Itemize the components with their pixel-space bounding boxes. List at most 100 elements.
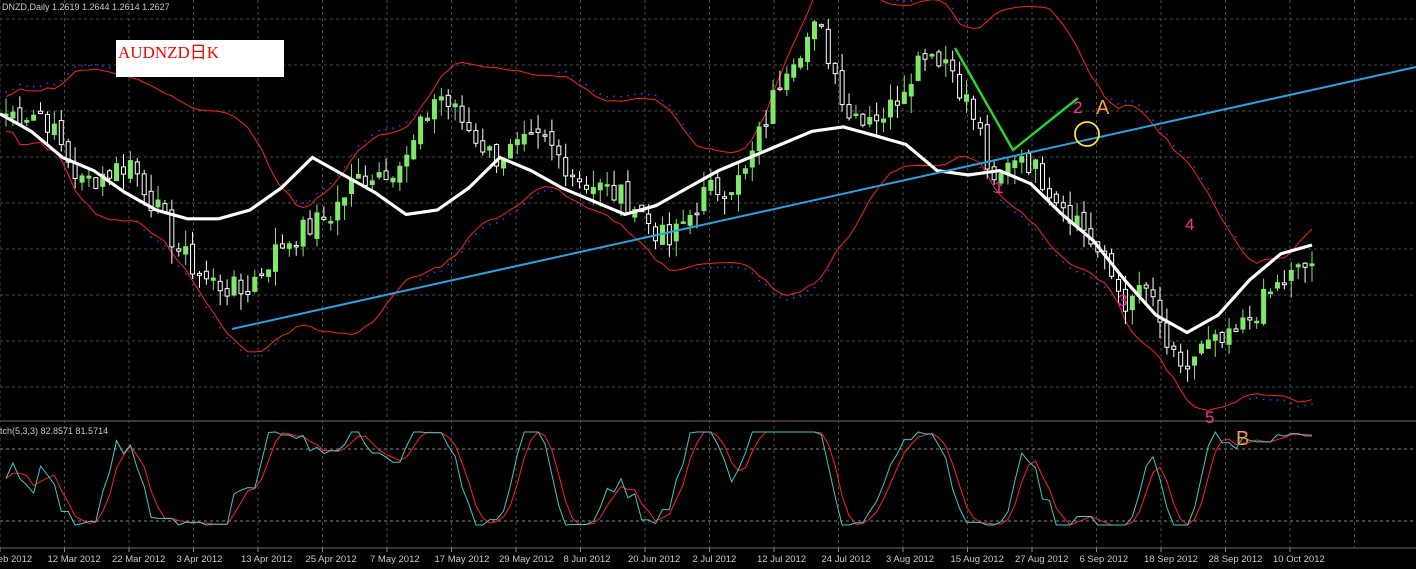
x-tick-label: 3 Aug 2012 bbox=[886, 554, 934, 564]
candle-body bbox=[584, 185, 588, 189]
sar-dot bbox=[1055, 255, 1057, 257]
chart-canvas: 12345ABFeb 201212 Mar 201222 Mar 20123 A… bbox=[0, 0, 1416, 564]
candle-body bbox=[301, 220, 305, 246]
candle-body bbox=[474, 131, 478, 144]
candle-body bbox=[702, 188, 706, 211]
sar-dot bbox=[523, 203, 525, 205]
sar-dot bbox=[1201, 178, 1203, 180]
candle-body bbox=[25, 120, 29, 122]
sar-dot bbox=[5, 91, 7, 93]
candle-body bbox=[273, 245, 277, 271]
sar-dot bbox=[648, 94, 650, 96]
candle-body bbox=[923, 54, 927, 60]
sar-dot bbox=[738, 267, 740, 269]
sar-dot bbox=[344, 166, 346, 168]
candle-body bbox=[1054, 194, 1058, 203]
candle-body bbox=[467, 123, 471, 131]
candle-body bbox=[267, 270, 271, 276]
candle-body bbox=[1013, 161, 1017, 168]
candle-body bbox=[564, 158, 568, 176]
candle-body bbox=[695, 213, 699, 215]
candle-body bbox=[978, 123, 982, 129]
sar-dot bbox=[413, 114, 415, 116]
candle-body bbox=[508, 145, 512, 158]
sar-dot bbox=[247, 355, 249, 357]
sar-dot bbox=[800, 295, 802, 297]
sar-dot bbox=[551, 191, 553, 193]
sar-dot bbox=[19, 84, 21, 86]
candle-body bbox=[177, 249, 181, 251]
sar-dot bbox=[489, 223, 491, 225]
sar-dot bbox=[724, 266, 726, 268]
sar-dot bbox=[662, 100, 664, 102]
sar-dot bbox=[1090, 277, 1092, 279]
sar-dot bbox=[143, 230, 145, 232]
x-tick-label: 15 Aug 2012 bbox=[951, 554, 1004, 564]
chart-title: AUDNZD日K bbox=[116, 40, 284, 77]
sar-dot bbox=[814, 287, 816, 289]
candle-body bbox=[958, 74, 962, 98]
sar-dot bbox=[454, 259, 456, 261]
sar-dot bbox=[682, 123, 684, 125]
candle-body bbox=[260, 274, 264, 276]
candle-body bbox=[812, 22, 816, 39]
sar-dot bbox=[1152, 119, 1154, 121]
candle-body bbox=[888, 100, 892, 117]
sar-dot bbox=[212, 316, 214, 318]
candle-body bbox=[723, 197, 727, 199]
sar-dot bbox=[192, 284, 194, 286]
sar-dot bbox=[1311, 403, 1313, 405]
candle-body bbox=[1220, 332, 1224, 342]
sar-dot bbox=[959, 18, 961, 20]
candle-body bbox=[11, 112, 15, 118]
candle-body bbox=[80, 176, 84, 182]
sar-dot bbox=[1228, 225, 1230, 227]
candle-body bbox=[294, 245, 298, 247]
candle-body bbox=[550, 132, 554, 146]
candle-body bbox=[1227, 329, 1231, 344]
sar-dot bbox=[447, 263, 449, 265]
candle-body bbox=[1144, 285, 1148, 288]
sar-dot bbox=[979, 166, 981, 168]
candle-body bbox=[730, 193, 734, 195]
candle-body bbox=[156, 200, 160, 207]
sar-dot bbox=[613, 95, 615, 97]
chart: 12345ABFeb 201212 Mar 201222 Mar 20123 A… bbox=[0, 0, 1416, 564]
sar-dot bbox=[288, 189, 290, 191]
candle-body bbox=[578, 179, 582, 182]
candle-body bbox=[453, 104, 457, 107]
candle-body bbox=[336, 202, 340, 220]
sar-dot bbox=[434, 271, 436, 273]
candle-body bbox=[743, 169, 747, 174]
sar-dot bbox=[890, 0, 892, 1]
candle-body bbox=[1206, 340, 1210, 348]
candle-body bbox=[343, 198, 347, 205]
x-tick-label: 3 Apr 2012 bbox=[177, 554, 223, 564]
candle-body bbox=[377, 173, 381, 177]
candle-body bbox=[184, 247, 188, 254]
candle-body bbox=[211, 278, 215, 280]
candle-body bbox=[937, 52, 941, 66]
candle-body bbox=[716, 178, 720, 195]
sar-dot bbox=[530, 197, 532, 199]
stochastic-signal-line bbox=[6, 432, 1312, 525]
stochastic-info: tch(5,3,3) 82.8571 81.5714 bbox=[0, 426, 108, 436]
sar-dot bbox=[309, 200, 311, 202]
x-tick-label: 12 Jul 2012 bbox=[757, 554, 806, 564]
candle-body bbox=[951, 60, 955, 71]
candle-body bbox=[688, 215, 692, 225]
sar-dot bbox=[1159, 128, 1161, 130]
sar-dot bbox=[1007, 206, 1009, 208]
x-tick-label: 27 Aug 2012 bbox=[1015, 554, 1068, 564]
candle-body bbox=[1199, 344, 1203, 353]
candle-body bbox=[115, 164, 119, 181]
sar-dot bbox=[178, 265, 180, 267]
sar-dot bbox=[226, 337, 228, 339]
x-tick-label: 24 Jul 2012 bbox=[822, 554, 871, 564]
sar-dot bbox=[323, 188, 325, 190]
candle-body bbox=[73, 163, 77, 178]
sar-dot bbox=[406, 122, 408, 124]
x-tick-label: 25 Apr 2012 bbox=[306, 554, 357, 564]
sar-dot bbox=[910, 0, 912, 2]
candle-body bbox=[619, 185, 623, 203]
